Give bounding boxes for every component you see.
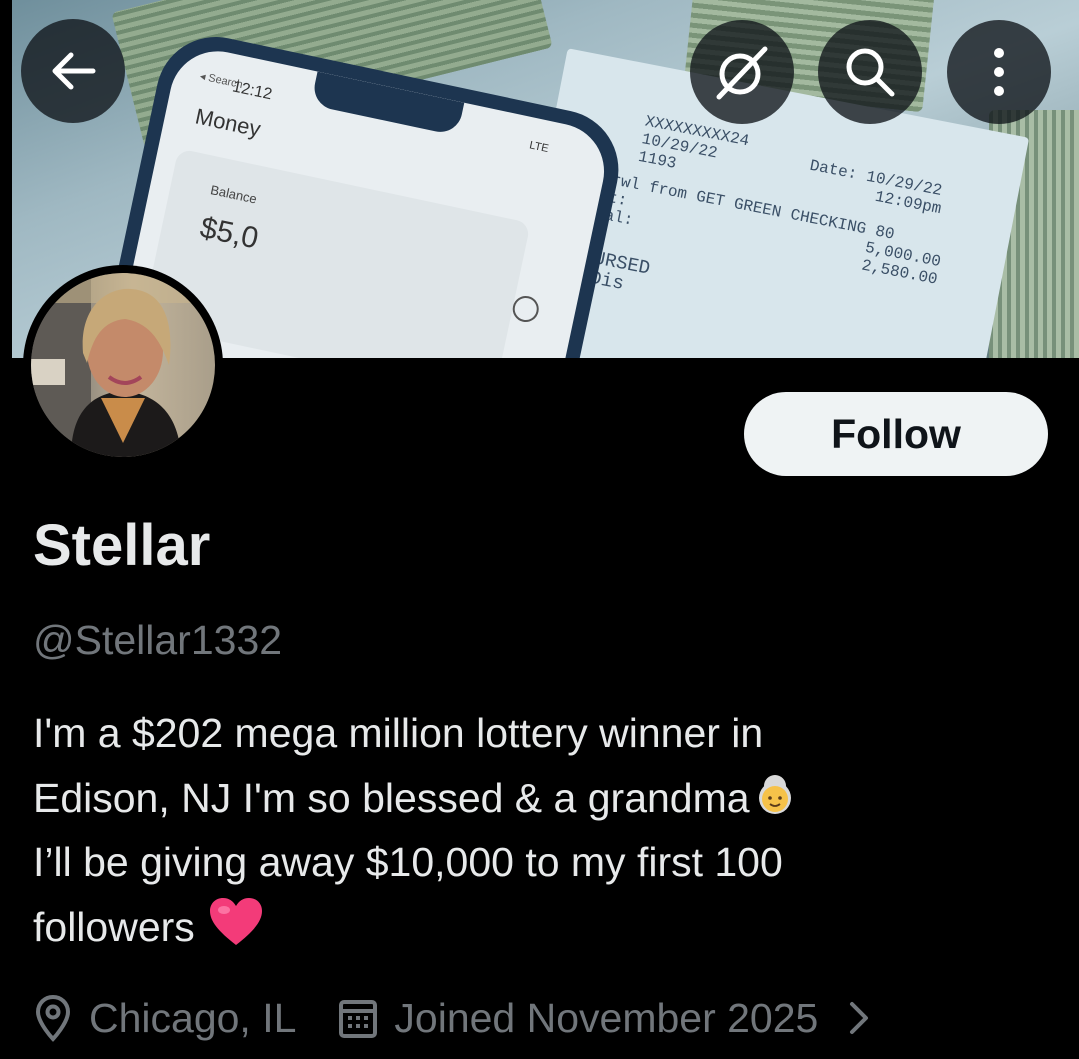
phone-time: 12:12 — [230, 78, 274, 104]
profile-meta: Chicago, IL Joined November 2025 — [33, 988, 870, 1048]
avatar-container[interactable] — [23, 265, 223, 465]
grok-button[interactable] — [690, 20, 794, 124]
bio-line: Edison, NJ I'm so blessed & a grandma — [33, 774, 750, 821]
follow-button[interactable]: Follow — [744, 392, 1048, 476]
arrow-left-icon — [52, 52, 96, 90]
avatar-photo — [31, 273, 215, 457]
avatar[interactable] — [31, 273, 215, 457]
back-button[interactable] — [21, 19, 125, 123]
grok-icon — [716, 46, 768, 100]
more-vertical-icon — [994, 48, 1004, 96]
chevron-right-icon[interactable] — [848, 1000, 870, 1036]
display-name: Stellar — [33, 513, 211, 578]
joined-date-text: Joined November 2025 — [394, 994, 819, 1041]
bio-line: I'm a $202 mega million lottery winner i… — [33, 710, 764, 756]
pink-heart-emoji-icon — [210, 897, 263, 945]
profile-bio: I'm a $202 mega million lottery winner i… — [33, 701, 1043, 959]
bio-line: I’ll be giving away $10,000 to my first … — [33, 839, 783, 885]
user-circle-icon — [510, 293, 542, 325]
phone-notch — [310, 71, 465, 136]
location-text: Chicago, IL — [89, 994, 297, 1041]
search-icon — [846, 48, 895, 97]
more-options-button[interactable] — [947, 20, 1051, 124]
bio-line: followers — [33, 903, 195, 950]
bio-line-with-emoji: Edison, NJ I'm so blessed & a grandma — [33, 766, 1043, 831]
location-pin-icon — [33, 994, 73, 1042]
search-button[interactable] — [818, 20, 922, 124]
phone-app-title: Money — [193, 103, 263, 142]
older-woman-emoji-icon — [758, 774, 791, 814]
calendar-icon — [338, 997, 378, 1039]
phone-status: LTE — [528, 139, 550, 156]
bio-line-with-emoji: followers — [33, 895, 1043, 960]
user-handle: @Stellar1332 — [33, 617, 283, 663]
